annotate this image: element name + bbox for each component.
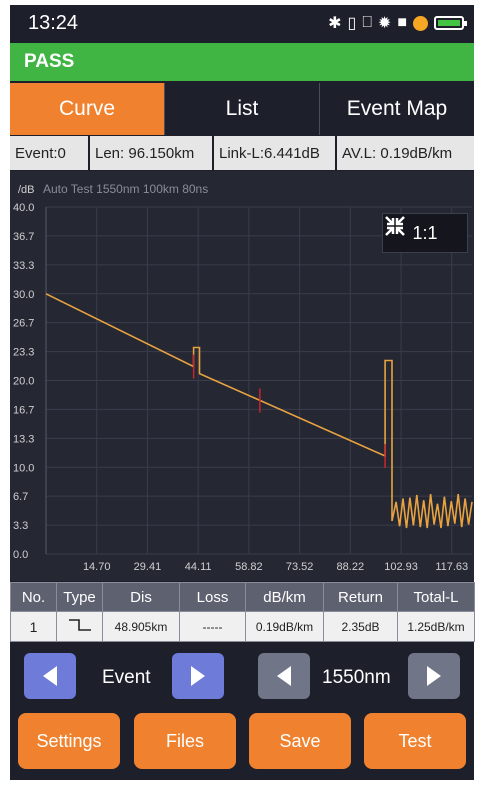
fiber-length: Len: 96.150km	[90, 136, 212, 170]
zoom-ratio: 1:1	[412, 222, 438, 243]
y-tick-label: 13.3	[13, 433, 34, 445]
x-axis-ticks: 14.70 29.41 44.11 58.82 73.52 88.22 102.93 117.…	[83, 561, 468, 573]
navigation-bar: Event 1550nm	[10, 645, 474, 707]
result-bar: PASS	[10, 43, 474, 81]
cell-return: 2.35dB	[323, 611, 398, 642]
test-button[interactable]: Test	[364, 713, 466, 769]
y-unit-label: /dB	[18, 184, 35, 196]
collapse-arrows-icon	[385, 216, 405, 236]
tab-curve[interactable]: Curve	[10, 83, 165, 135]
table-row[interactable]: 1 48.905km ----- 0.19dB/km 2.35dB 1.25dB…	[10, 611, 475, 642]
pass-label: PASS	[24, 51, 75, 72]
settings-button[interactable]: Settings	[18, 713, 120, 769]
action-bar: Settings Files Save Test	[10, 713, 474, 773]
y-tick-label: 33.3	[13, 260, 34, 272]
table-header-row: No. Type Dis Loss dB/km Return Total-L	[10, 582, 475, 612]
x-tick-label: 44.11	[185, 561, 212, 573]
status-icons: ✱ ▯ ⎕ ✹ ■	[328, 13, 467, 33]
prev-event-button[interactable]	[24, 653, 76, 699]
prev-wavelength-button[interactable]	[258, 653, 310, 699]
cell-loss: -----	[179, 611, 246, 642]
col-return: Return	[323, 582, 398, 612]
col-total-l: Total-L	[397, 582, 475, 612]
zoom-reset-button[interactable]: 1:1	[382, 213, 468, 253]
next-wavelength-button[interactable]	[408, 653, 460, 699]
y-tick-label: 0.0	[13, 549, 28, 561]
status-bar: 13:24 ✱ ▯ ⎕ ✹ ■	[10, 5, 474, 43]
trace-series	[45, 293, 473, 529]
x-tick-label: 58.82	[235, 561, 263, 573]
arrow-left-icon	[277, 666, 291, 686]
tab-list[interactable]: List	[165, 83, 320, 135]
wavelength-label: 1550nm	[322, 667, 391, 688]
x-tick-label: 73.52	[286, 561, 314, 573]
bluetooth-icon: ✱	[328, 15, 342, 32]
next-event-button[interactable]	[172, 653, 224, 699]
y-tick-label: 26.7	[13, 318, 34, 330]
arrow-left-icon	[43, 666, 57, 686]
step-icon	[68, 619, 91, 631]
event-markers	[192, 354, 386, 468]
x-tick-label: 29.41	[134, 561, 162, 573]
x-tick-label: 117.63	[435, 561, 468, 573]
y-tick-label: 40.0	[13, 202, 34, 214]
tab-event-map[interactable]: Event Map	[320, 83, 474, 135]
flashlight-icon: ▯	[347, 15, 357, 32]
y-tick-label: 6.7	[13, 491, 28, 503]
x-tick-label: 102.93	[384, 561, 418, 573]
arrow-right-icon	[191, 666, 205, 686]
battery-icon	[434, 16, 467, 30]
link-loss: Link-L:6.441dB	[214, 136, 335, 170]
sd-card-icon: ■	[397, 14, 407, 31]
x-tick-label: 14.70	[83, 561, 111, 573]
x-tick-label: 88.22	[337, 561, 365, 573]
col-no: No.	[10, 582, 57, 612]
cell-no: 1	[10, 611, 57, 642]
col-dis: Dis	[102, 582, 180, 612]
cell-type	[56, 611, 103, 642]
cell-dis: 48.905km	[102, 611, 180, 642]
y-tick-label: 20.0	[13, 376, 34, 388]
save-button[interactable]: Save	[249, 713, 351, 769]
y-tick-label: 36.7	[13, 231, 34, 243]
otdr-screen: 13:24 ✱ ▯ ⎕ ✹ ■ PASS Curve List Event Ma…	[10, 5, 475, 780]
trace-line	[45, 293, 473, 529]
y-tick-label: 10.0	[13, 462, 34, 474]
y-tick-label: 3.3	[13, 520, 28, 532]
average-loss: AV.L: 0.19dB/km	[337, 136, 474, 170]
files-button[interactable]: Files	[134, 713, 236, 769]
col-loss: Loss	[179, 582, 246, 612]
y-tick-label: 30.0	[13, 289, 34, 301]
cell-db-km: 0.19dB/km	[245, 611, 324, 642]
charging-icon	[413, 15, 428, 31]
y-tick-label: 23.3	[13, 347, 34, 359]
usb-icon: ⎕	[362, 14, 372, 31]
col-type: Type	[56, 582, 103, 612]
otdr-trace-chart[interactable]: /dB Auto Test 1550nm 100km 80ns 40.0 36.7…	[10, 171, 474, 581]
clock: 13:24	[28, 12, 79, 34]
summary-bar: Event:0 Len: 96.150km Link-L:6.441dB AV.…	[10, 136, 474, 170]
event-nav-label: Event	[102, 667, 151, 688]
arrow-right-icon	[427, 666, 441, 686]
col-db-km: dB/km	[245, 582, 324, 612]
y-axis-ticks: 40.0 36.7 33.3 30.0 26.7 23.3 20.0 16.7 13.3 10.0…	[13, 202, 34, 561]
y-tick-label: 16.7	[13, 404, 34, 416]
chart-grid	[45, 206, 472, 555]
view-tabs: Curve List Event Map	[10, 83, 474, 135]
event-count: Event:0	[10, 136, 88, 170]
event-table: No. Type Dis Loss dB/km Return Total-L 1	[10, 582, 475, 642]
cell-total-l: 1.25dB/km	[397, 611, 475, 642]
trace-caption: Auto Test 1550nm 100km 80ns	[43, 182, 208, 196]
sun-icon: ✹	[377, 15, 392, 32]
